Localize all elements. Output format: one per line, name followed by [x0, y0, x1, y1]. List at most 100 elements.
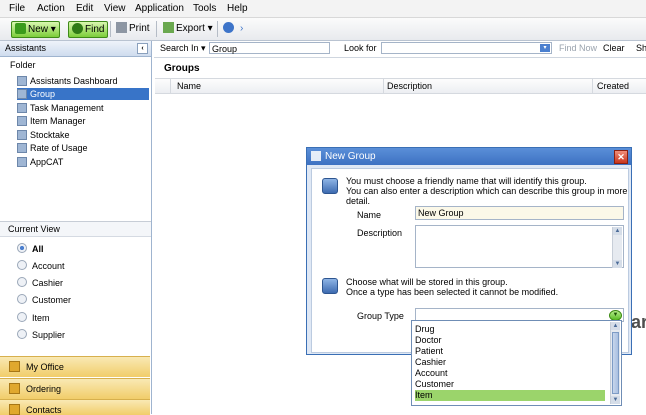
option-cashier[interactable]: Cashier [415, 357, 605, 368]
view-option-cashier[interactable]: Cashier [17, 277, 63, 289]
column-separator [170, 79, 171, 93]
office-icon [9, 361, 20, 372]
close-icon[interactable]: ✕ [614, 150, 628, 164]
group-icon [17, 89, 27, 99]
menu-view[interactable]: View [104, 3, 126, 14]
scroll-thumb[interactable] [612, 332, 619, 394]
tree-item-task-management[interactable]: Task Management [17, 102, 149, 114]
look-for-input[interactable]: ▾ [381, 42, 552, 54]
tree-item-rate-of-usage[interactable]: Rate of Usage [17, 142, 149, 154]
dialog-title-bar[interactable]: New Group ✕ [307, 148, 631, 165]
menu-bar: File Action Edit View Application Tools … [0, 0, 646, 18]
scroll-up-icon[interactable]: ▲ [613, 227, 622, 235]
option-doctor[interactable]: Doctor [415, 335, 605, 346]
view-option-supplier[interactable]: Supplier [17, 329, 65, 341]
dashboard-icon [17, 76, 27, 86]
appcat-icon [17, 157, 27, 167]
view-option-all[interactable]: All [17, 243, 44, 255]
new-button[interactable]: New ▾ [11, 21, 60, 38]
search-in-field[interactable]: Group [209, 42, 330, 54]
menu-tools[interactable]: Tools [193, 3, 216, 14]
find-now-button[interactable]: Find Now [559, 43, 597, 53]
binoculars-icon [72, 23, 83, 34]
printer-icon [116, 22, 127, 33]
view-option-customer[interactable]: Customer [17, 294, 71, 306]
column-description[interactable]: Description [387, 81, 432, 91]
assistants-header: Assistants ‹ [0, 41, 151, 57]
option-account[interactable]: Account [415, 368, 605, 379]
clear-button[interactable]: Clear [603, 43, 625, 53]
chevron-down-icon[interactable]: ▾ [540, 44, 550, 52]
toolbar: New ▾ Find Print Export ▾ › [0, 18, 646, 41]
print-button[interactable]: Print [116, 21, 150, 36]
assistants-title: Assistants [5, 43, 47, 53]
toolbar-separator [217, 21, 218, 37]
database-icon [322, 178, 338, 194]
view-option-item[interactable]: Item [17, 312, 50, 324]
option-customer[interactable]: Customer [415, 379, 605, 390]
option-patient[interactable]: Patient [415, 346, 605, 357]
column-created[interactable]: Created [597, 81, 629, 91]
description-scrollbar[interactable]: ▲ ▼ [612, 227, 622, 268]
tree-item-item-manager[interactable]: Item Manager [17, 115, 149, 127]
column-separator [383, 79, 384, 93]
scroll-down-icon[interactable]: ▼ [613, 260, 622, 268]
search-in-dropdown[interactable]: Search In ▾ [160, 43, 206, 54]
radio-icon [17, 260, 27, 270]
name-input[interactable]: New Group [415, 206, 624, 220]
option-item[interactable]: Item [415, 390, 605, 401]
description-input[interactable]: ▲ ▼ [415, 225, 624, 268]
type-line-2: Once a type has been selected it cannot … [346, 287, 559, 297]
scroll-up-icon[interactable]: ▲ [611, 322, 620, 330]
page-title: Groups [164, 63, 200, 74]
find-button[interactable]: Find [68, 21, 109, 38]
menu-action[interactable]: Action [37, 3, 65, 14]
new-icon [15, 23, 26, 34]
nav-contacts[interactable]: Contacts [0, 399, 150, 415]
nav-my-office[interactable]: My Office [0, 356, 150, 377]
assistants-panel: Assistants ‹ Folder Assistants Dashboard… [0, 41, 152, 415]
ordering-icon [9, 383, 20, 394]
column-separator [592, 79, 593, 93]
task-icon [17, 103, 27, 113]
item-manager-icon [17, 116, 27, 126]
menu-edit[interactable]: Edit [76, 3, 93, 14]
radio-icon [17, 277, 27, 287]
group-type-dropdown: Drug Doctor Patient Cashier Account Cust… [411, 320, 622, 406]
tree-item-appcat[interactable]: AppCAT [17, 156, 149, 168]
group-type-label: Group Type [357, 311, 404, 321]
dialog-title: New Group [325, 151, 376, 162]
menu-application[interactable]: Application [135, 3, 184, 14]
show-button[interactable]: Sh [636, 43, 646, 53]
background-text: ar [631, 312, 646, 332]
menu-help[interactable]: Help [227, 3, 248, 14]
database-icon [322, 278, 338, 294]
view-option-account[interactable]: Account [17, 260, 65, 272]
contacts-icon [9, 404, 20, 415]
look-for-label: Look for [344, 43, 377, 53]
group-icon [311, 151, 321, 161]
description-label: Description [357, 228, 403, 238]
stocktake-icon [17, 130, 27, 140]
tree-item-assistants-dashboard[interactable]: Assistants Dashboard [17, 75, 149, 87]
column-name[interactable]: Name [177, 81, 201, 91]
export-button[interactable]: Export ▾ [163, 21, 213, 36]
toolbar-overflow-icon[interactable]: › [240, 21, 243, 36]
nav-ordering[interactable]: Ordering [0, 378, 150, 399]
tree-item-stocktake[interactable]: Stocktake [17, 129, 149, 141]
option-drug[interactable]: Drug [415, 324, 605, 335]
dropdown-scrollbar[interactable]: ▲ ▼ [610, 322, 620, 404]
radio-icon [17, 329, 27, 339]
radio-selected-icon [17, 243, 27, 253]
collapse-icon[interactable]: ‹ [137, 43, 148, 54]
folder-label: Folder [10, 60, 36, 70]
current-view-header: Current View [0, 221, 151, 237]
radio-icon [17, 294, 27, 304]
search-bar: Search In ▾ Group Look for ▾ Find Now Cl… [154, 41, 646, 58]
scroll-down-icon[interactable]: ▼ [611, 396, 620, 404]
intro-line-1: You must choose a friendly name that wil… [346, 176, 587, 186]
help-button[interactable] [223, 21, 236, 36]
menu-file[interactable]: File [9, 3, 25, 14]
tree-item-group[interactable]: Group [17, 88, 149, 100]
name-label: Name [357, 210, 382, 220]
